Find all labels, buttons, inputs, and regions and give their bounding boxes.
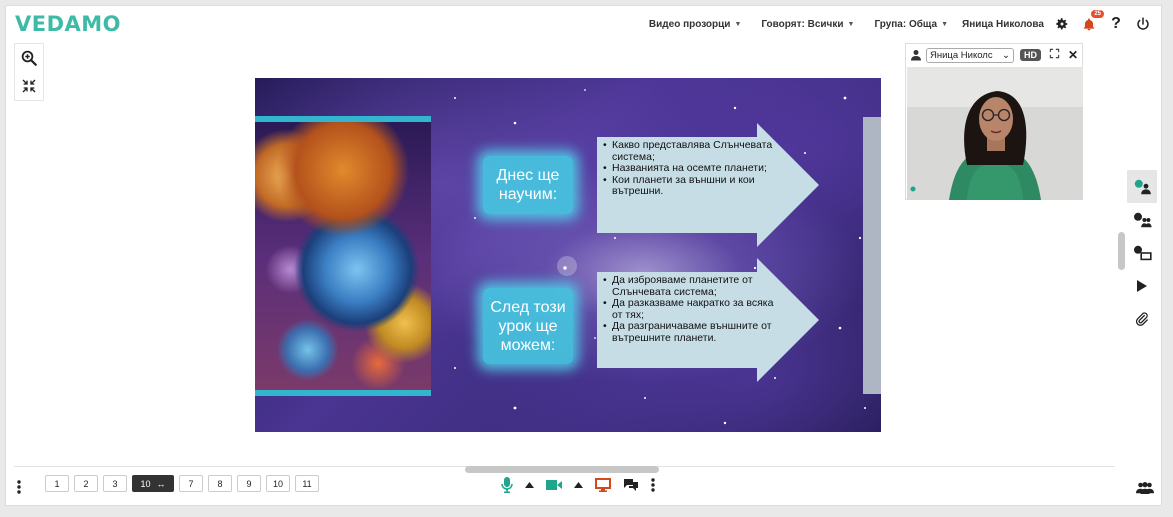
slide-edge-strip	[863, 117, 881, 394]
camera-icon[interactable]	[546, 479, 562, 491]
page-tab[interactable]: 11	[295, 475, 319, 492]
help-icon[interactable]: ?	[1107, 15, 1125, 33]
video-windows-label: Видео прозорци	[648, 18, 731, 30]
after-lesson-text: След този урок ще можем:	[490, 298, 566, 354]
power-icon[interactable]	[1134, 15, 1152, 33]
user-icon	[911, 50, 921, 61]
chevron-down-icon: ⌄	[1001, 49, 1010, 61]
zoom-in-icon[interactable]	[15, 44, 43, 72]
list-item: Названията на осемте планети;	[603, 162, 779, 175]
horizontal-scrollbar[interactable]	[465, 466, 659, 473]
participants-icon[interactable]	[1136, 481, 1154, 499]
group-view-icon[interactable]	[1127, 203, 1157, 236]
notifications-badge: 25	[1091, 10, 1104, 18]
page-tab[interactable]: 8	[208, 475, 232, 492]
page-tab[interactable]: 7	[179, 475, 203, 492]
outcomes-list: Да изброяваме планетите от Слънчевата си…	[603, 274, 779, 344]
camera-options-caret-icon[interactable]	[574, 482, 583, 488]
right-sidebar	[1127, 170, 1157, 335]
webcam-feed	[907, 67, 1083, 200]
page-tab[interactable]: 1	[45, 475, 69, 492]
bottom-bar: 1 2 3 10 ↔ 7 8 9 10 11	[5, 474, 1162, 504]
paperclip-icon[interactable]	[1127, 302, 1157, 335]
screen-share-view-icon[interactable]	[1127, 236, 1157, 269]
planets-image	[255, 116, 431, 396]
media-controls	[501, 477, 667, 493]
speaking-dropdown[interactable]: Говорят: Всички ▼	[761, 19, 854, 30]
after-lesson-box: След този урок ще можем:	[483, 288, 573, 364]
play-icon[interactable]	[1127, 269, 1157, 302]
microphone-icon[interactable]	[501, 477, 513, 493]
participant-video-image	[907, 67, 1083, 200]
list-item: Какво представлява Слънчевата система;	[603, 139, 779, 163]
more-options-icon[interactable]	[651, 478, 655, 492]
page-tab[interactable]: 2	[74, 475, 98, 492]
page-tab[interactable]: 9	[237, 475, 261, 492]
zoom-toolbar	[14, 43, 44, 101]
mic-options-caret-icon[interactable]	[525, 482, 534, 488]
vertical-scrollbar[interactable]	[1118, 232, 1125, 270]
participant-select[interactable]: Яница Николс ⌄	[926, 47, 1014, 63]
group-label: Група: Обща	[874, 18, 938, 30]
resize-arrows-icon: ↔	[156, 478, 166, 489]
list-item: Да разграничаваме външните от вътрешните…	[603, 320, 779, 344]
video-window: Яница Николс ⌄ HD ✕	[905, 43, 1083, 200]
arrow-bottom: Да изброяваме планетите от Слънчевата си…	[597, 258, 821, 382]
group-dropdown[interactable]: Група: Обща ▼	[874, 19, 948, 30]
page-label: 10	[140, 478, 151, 489]
video-toolbar: Яница Николс ⌄ HD ✕	[906, 44, 1082, 66]
page-tab-active[interactable]: 10 ↔	[132, 475, 174, 492]
header-nav: Видео прозорци ▼ Говорят: Всички ▼ Група: …	[629, 10, 1152, 33]
vedamo-logo: VEDAMO	[15, 12, 122, 36]
today-learn-box: Днес ще научим:	[483, 156, 573, 214]
participant-name: Яница Николс	[930, 49, 993, 61]
arrow-top: Какво представлява Слънчевата система; Н…	[597, 123, 821, 247]
fullscreen-icon[interactable]	[1049, 48, 1060, 62]
presentation-slide: Днес ще научим: След този урок ще можем:…	[255, 78, 881, 432]
chat-icon[interactable]	[623, 478, 639, 492]
chevron-down-icon: ▼	[734, 20, 742, 28]
user-name: Яница Николова	[962, 18, 1044, 30]
screen-share-icon[interactable]	[595, 478, 611, 492]
page-tab[interactable]: 3	[103, 475, 127, 492]
list-item: Кои планети за външни и кои вътрешни.	[603, 174, 779, 198]
hd-toggle[interactable]: HD	[1019, 49, 1041, 61]
gear-icon[interactable]	[1053, 15, 1071, 33]
speaking-label: Говорят: Всички	[761, 18, 844, 30]
learn-list: Какво представлява Слънчевата система; Н…	[603, 139, 779, 198]
bell-icon[interactable]: 25	[1080, 10, 1104, 33]
list-item: Да разказваме накратко за всяка от тях;	[603, 297, 779, 321]
today-learn-text: Днес ще научим:	[496, 167, 560, 203]
speaker-view-icon[interactable]	[1127, 170, 1157, 203]
page-tab[interactable]: 10	[266, 475, 290, 492]
page-navigator: 1 2 3 10 ↔ 7 8 9 10 11	[45, 475, 324, 492]
fit-screen-icon[interactable]	[15, 72, 43, 100]
close-icon[interactable]: ✕	[1068, 48, 1078, 62]
chevron-down-icon: ▼	[941, 20, 948, 28]
video-windows-dropdown[interactable]: Видео прозорци ▼	[649, 19, 741, 30]
top-bar: VEDAMO Видео прозорци ▼ Говорят: Всички ▼ …	[5, 5, 1162, 43]
list-item: Да изброяваме планетите от Слънчевата си…	[603, 274, 779, 298]
chevron-down-icon: ▼	[847, 20, 855, 28]
more-menu-icon[interactable]	[17, 480, 21, 499]
